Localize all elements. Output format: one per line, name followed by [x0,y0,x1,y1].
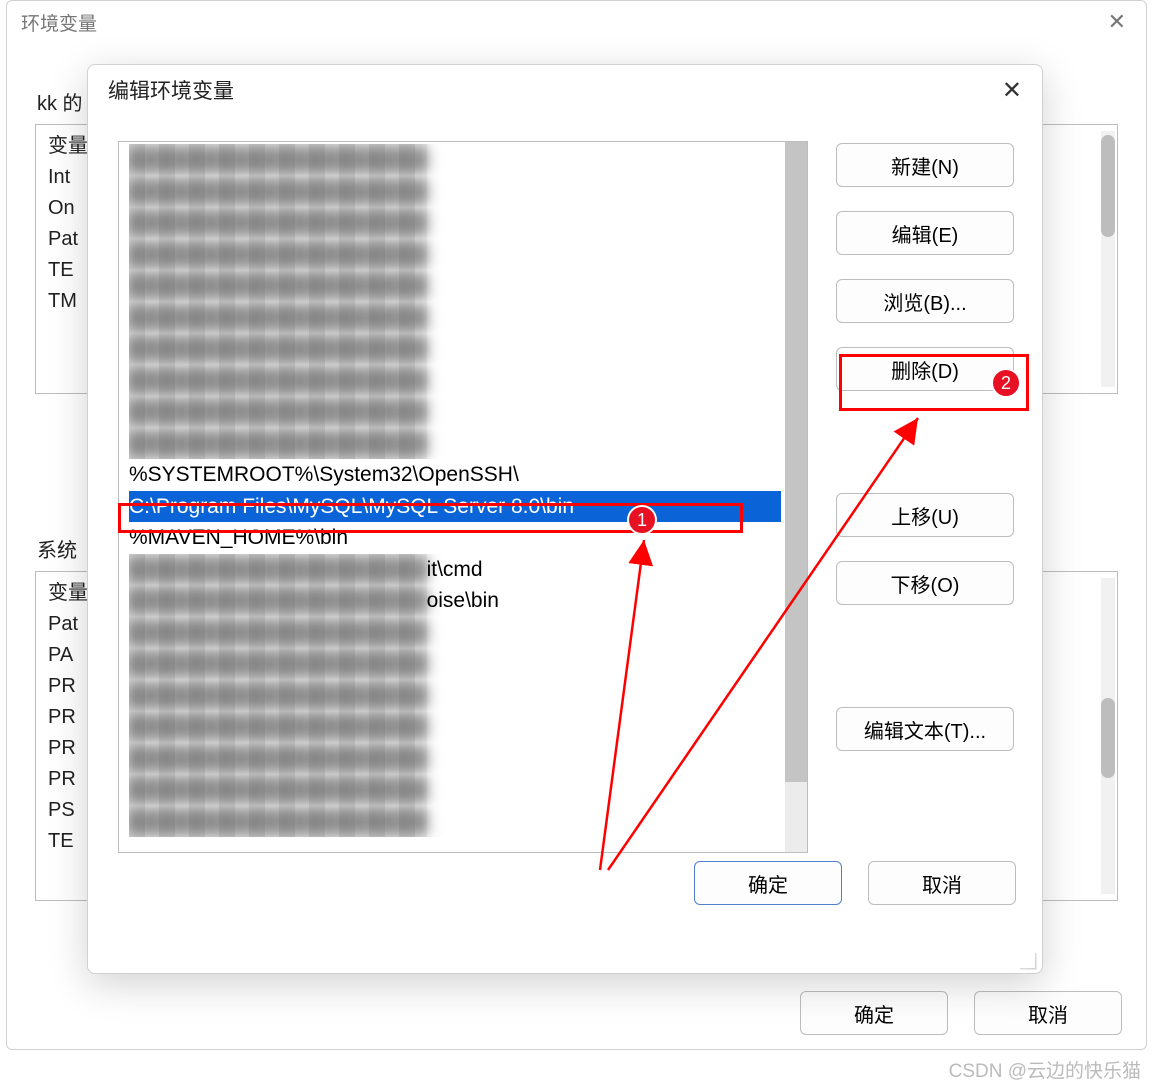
edit-env-var-dialog: 编辑环境变量 ✕ ███████████████████████████████… [87,64,1043,974]
list-item[interactable]: ████████████████████ [129,428,781,460]
scrollbar-thumb[interactable] [785,142,807,782]
ok-button[interactable]: 确定 [800,991,948,1035]
cancel-button[interactable]: 取消 [974,991,1122,1035]
move-up-button[interactable]: 上移(U) [836,493,1014,537]
close-icon[interactable]: ✕ [1100,9,1134,35]
side-buttons: 新建(N) 编辑(E) 浏览(B)... 删除(D) 上移(U) 下移(O) 编… [836,141,1014,909]
parent-title: 环境变量 [21,9,97,36]
child-footer: 确定 取消 [694,861,1016,905]
parent-footer: 确定 取消 [800,991,1122,1035]
edit-button[interactable]: 编辑(E) [836,211,1014,255]
list-item[interactable]: ████████████████████oise\bin [129,585,781,617]
list-item[interactable]: ████████████████████ [129,396,781,428]
list-item[interactable]: %MAVEN_HOME%\bin [129,522,781,554]
move-down-button[interactable]: 下移(O) [836,561,1014,605]
path-list[interactable]: ████████████████████████████████████████… [118,141,808,853]
delete-button[interactable]: 删除(D) [836,347,1014,391]
annotation-badge-2: 2 [991,368,1021,398]
parent-titlebar: 环境变量 ✕ [7,1,1146,41]
list-item[interactable]: ████████████████████ [129,333,781,365]
list-item[interactable]: ████████████████████ [129,648,781,680]
list-item[interactable]: ████████████████████ [129,239,781,271]
list-item[interactable]: ████████████████████ [129,743,781,775]
new-button[interactable]: 新建(N) [836,143,1014,187]
list-item[interactable]: ████████████████████ [129,774,781,806]
list-item[interactable]: ████████████████████ [129,617,781,649]
edit-text-button[interactable]: 编辑文本(T)... [836,707,1014,751]
annotation-badge-1: 1 [627,505,657,535]
browse-button[interactable]: 浏览(B)... [836,279,1014,323]
list-item[interactable]: ████████████████████ [129,270,781,302]
ok-button[interactable]: 确定 [694,861,842,905]
list-item[interactable]: ████████████████████ [129,711,781,743]
close-icon[interactable]: ✕ [996,76,1028,105]
scrollbar[interactable] [785,142,807,852]
list-item[interactable]: ████████████████████ [129,806,781,838]
list-item[interactable]: ████████████████████it\cmd [129,554,781,586]
list-item[interactable]: ████████████████████ [129,680,781,712]
list-item[interactable]: ████████████████████ [129,207,781,239]
cancel-button[interactable]: 取消 [868,861,1016,905]
resize-grip-icon[interactable] [1020,953,1038,971]
watermark: CSDN @云边的快乐猫 [949,1056,1141,1083]
list-item[interactable]: C:\Program Files\MySQL\MySQL Server 8.0\… [129,491,781,523]
list-item[interactable]: ████████████████████ [129,365,781,397]
list-item[interactable]: %SYSTEMROOT%\System32\OpenSSH\ [129,459,781,491]
list-item[interactable]: ████████████████████ [129,302,781,334]
list-item[interactable]: ████████████████████ [129,144,781,176]
list-item[interactable]: ████████████████████ [129,176,781,208]
child-titlebar: 编辑环境变量 ✕ [88,65,1042,113]
child-title: 编辑环境变量 [108,75,234,105]
